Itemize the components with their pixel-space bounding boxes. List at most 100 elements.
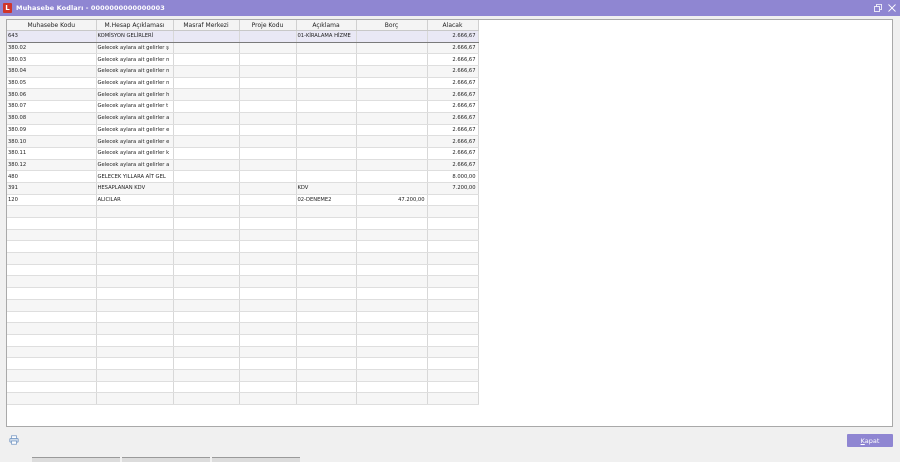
cell-project-code[interactable] (239, 194, 297, 207)
empty-cell[interactable] (239, 299, 297, 312)
table-row[interactable]: 380.05 Gelecek aylara ait gelirler n 2.666… (7, 77, 479, 90)
empty-cell[interactable] (173, 392, 240, 405)
empty-cell[interactable] (96, 229, 174, 242)
cell-project-code[interactable] (239, 135, 297, 148)
empty-row[interactable] (7, 264, 479, 277)
cell-debit[interactable] (356, 100, 428, 113)
cell-account-code[interactable]: 380.07 (7, 100, 97, 113)
empty-cell[interactable] (7, 217, 97, 230)
empty-cell[interactable] (356, 217, 428, 230)
empty-row[interactable] (7, 357, 479, 370)
column-header-credit[interactable]: Alacak (427, 20, 479, 31)
cell-project-code[interactable] (239, 88, 297, 102)
cell-account-code[interactable]: 480 (7, 170, 97, 183)
cell-cost-center[interactable] (173, 65, 240, 78)
table-row[interactable]: 380.11 Gelecek aylara ait gelirler k 2.666… (7, 147, 479, 160)
empty-cell[interactable] (296, 357, 357, 370)
empty-cell[interactable] (7, 346, 97, 359)
empty-cell[interactable] (239, 229, 297, 242)
cell-cost-center[interactable] (173, 170, 240, 183)
cell-project-code[interactable] (239, 112, 297, 125)
empty-cell[interactable] (239, 346, 297, 359)
empty-cell[interactable] (173, 299, 240, 312)
cell-account-description[interactable]: Gelecek aylara ait gelirler n (96, 65, 174, 78)
empty-cell[interactable] (96, 252, 174, 265)
table-row[interactable]: 380.07 Gelecek aylara ait gelirler t 2.666… (7, 100, 479, 113)
close-button[interactable]: Kapat (847, 434, 893, 447)
table-row[interactable]: 480 GELECEK YILLARA AİT GEL 8.000,00 (7, 170, 479, 183)
empty-cell[interactable] (427, 217, 479, 230)
empty-cell[interactable] (7, 240, 97, 254)
empty-cell[interactable] (356, 357, 428, 370)
cell-cost-center[interactable] (173, 135, 240, 148)
empty-row[interactable] (7, 287, 479, 300)
cell-description[interactable]: 01-KİRALAMA HİZME (296, 30, 357, 43)
empty-cell[interactable] (7, 369, 97, 382)
empty-row[interactable] (7, 369, 479, 382)
empty-cell[interactable] (239, 264, 297, 277)
empty-row[interactable] (7, 240, 479, 254)
cell-credit[interactable]: 2.666,67 (427, 135, 479, 148)
close-icon[interactable] (887, 2, 897, 13)
empty-cell[interactable] (356, 322, 428, 335)
column-header-project-code[interactable]: Proje Kodu (239, 20, 297, 31)
cell-cost-center[interactable] (173, 112, 240, 125)
cell-description[interactable] (296, 65, 357, 78)
cell-account-code[interactable]: 391 (7, 182, 97, 195)
empty-cell[interactable] (427, 299, 479, 312)
column-header-debit[interactable]: Borç (356, 20, 428, 31)
empty-cell[interactable] (239, 311, 297, 324)
cell-description[interactable] (296, 170, 357, 183)
empty-cell[interactable] (239, 205, 297, 218)
cell-account-code[interactable]: 380.05 (7, 77, 97, 90)
cell-credit[interactable]: 2.666,67 (427, 53, 479, 67)
empty-cell[interactable] (296, 346, 357, 359)
cell-account-code[interactable]: 380.09 (7, 124, 97, 137)
empty-cell[interactable] (96, 357, 174, 370)
empty-cell[interactable] (7, 322, 97, 335)
empty-cell[interactable] (356, 334, 428, 347)
empty-cell[interactable] (173, 346, 240, 359)
cell-account-code[interactable]: 380.06 (7, 88, 97, 102)
empty-cell[interactable] (7, 311, 97, 324)
empty-cell[interactable] (173, 264, 240, 277)
cell-cost-center[interactable] (173, 124, 240, 137)
empty-cell[interactable] (173, 311, 240, 324)
empty-cell[interactable] (173, 252, 240, 265)
empty-cell[interactable] (96, 369, 174, 382)
cell-project-code[interactable] (239, 147, 297, 160)
empty-cell[interactable] (296, 299, 357, 312)
cell-cost-center[interactable] (173, 53, 240, 67)
empty-cell[interactable] (356, 392, 428, 405)
table-row[interactable]: 380.06 Gelecek aylara ait gelirler h 2.666… (7, 88, 479, 102)
empty-cell[interactable] (427, 346, 479, 359)
empty-cell[interactable] (96, 299, 174, 312)
cell-account-description[interactable]: Gelecek aylara ait gelirler n (96, 53, 174, 67)
cell-debit[interactable] (356, 42, 428, 55)
empty-cell[interactable] (427, 205, 479, 218)
cell-project-code[interactable] (239, 77, 297, 90)
table-row[interactable]: 391 HESAPLANAN KDV KDV 7.200,00 (7, 182, 479, 195)
empty-cell[interactable] (296, 392, 357, 405)
empty-row[interactable] (7, 205, 479, 218)
empty-cell[interactable] (173, 369, 240, 382)
cell-debit[interactable] (356, 147, 428, 160)
cell-credit[interactable]: 2.666,67 (427, 42, 479, 55)
empty-cell[interactable] (96, 205, 174, 218)
empty-cell[interactable] (296, 334, 357, 347)
cell-account-code[interactable]: 380.08 (7, 112, 97, 125)
empty-cell[interactable] (427, 369, 479, 382)
table-row[interactable]: 120 ALICILAR 02-DENEME2 47.200,00 (7, 194, 479, 207)
empty-cell[interactable] (173, 205, 240, 218)
cell-credit[interactable]: 2.666,67 (427, 65, 479, 78)
empty-row[interactable] (7, 322, 479, 335)
empty-cell[interactable] (7, 357, 97, 370)
empty-cell[interactable] (239, 252, 297, 265)
empty-cell[interactable] (96, 264, 174, 277)
cell-account-description[interactable]: Gelecek aylara ait gelirler e (96, 135, 174, 148)
cell-description[interactable]: 02-DENEME2 (296, 194, 357, 207)
cell-credit[interactable]: 2.666,67 (427, 100, 479, 113)
cell-account-code[interactable]: 380.03 (7, 53, 97, 67)
cell-debit[interactable] (356, 170, 428, 183)
table-row[interactable]: 643 KOMİSYON GELİRLERİ 01-KİRALAMA HİZME 2.… (7, 30, 479, 43)
